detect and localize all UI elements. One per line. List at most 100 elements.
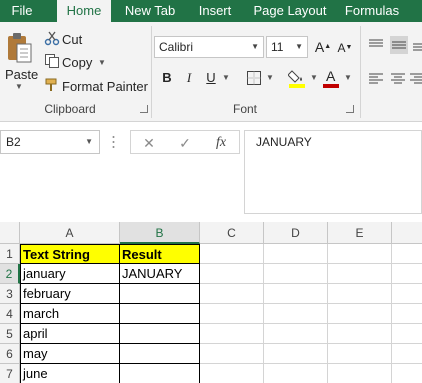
grow-font-button[interactable]: A▲ (314, 38, 332, 56)
tab-formulas[interactable]: Formulas (340, 0, 404, 22)
cell-a3[interactable]: february (20, 284, 120, 304)
borders-icon[interactable] (246, 70, 262, 86)
clipboard-launcher-icon[interactable] (140, 105, 148, 113)
italic-button[interactable]: I (180, 69, 198, 87)
cell-d6[interactable] (264, 344, 328, 364)
row-header-5[interactable]: 5 (0, 324, 20, 344)
column-header-a[interactable]: A (20, 222, 120, 244)
align-right-icon[interactable] (410, 72, 422, 86)
cell-d7[interactable] (264, 364, 328, 383)
cell-c5[interactable] (200, 324, 264, 344)
format-painter-icon[interactable] (44, 77, 60, 93)
cut-button[interactable]: Cut (62, 32, 82, 47)
cell-e3[interactable] (328, 284, 392, 304)
font-color-icon[interactable]: A (322, 68, 340, 88)
underline-dropdown-icon[interactable]: ▼ (222, 73, 230, 82)
align-middle-icon[interactable] (390, 36, 408, 54)
cell-f2[interactable] (392, 264, 422, 284)
column-header-c[interactable]: C (200, 222, 264, 244)
underline-button[interactable]: U (202, 69, 220, 87)
tab-new-tab[interactable]: New Tab (118, 0, 182, 22)
align-center-icon[interactable] (390, 72, 406, 86)
cell-b3[interactable] (120, 284, 200, 304)
tab-file[interactable]: File (0, 0, 44, 22)
cell-f4[interactable] (392, 304, 422, 324)
cell-e2[interactable] (328, 264, 392, 284)
cell-a1[interactable]: Text String (20, 244, 120, 264)
cell-a7[interactable]: june (20, 364, 120, 383)
formula-bar-grip-icon[interactable] (112, 134, 115, 150)
tab-insert[interactable]: Insert (190, 0, 240, 22)
align-left-icon[interactable] (368, 72, 384, 86)
cell-b2[interactable]: JANUARY (120, 264, 200, 284)
cell-c6[interactable] (200, 344, 264, 364)
column-header-e[interactable]: E (328, 222, 392, 244)
fill-color-dropdown-icon[interactable]: ▼ (310, 73, 318, 82)
insert-function-icon[interactable]: fx (211, 133, 231, 153)
cell-a5[interactable]: april (20, 324, 120, 344)
shrink-font-button[interactable]: A▼ (336, 39, 354, 57)
cell-f3[interactable] (392, 284, 422, 304)
borders-dropdown-icon[interactable]: ▼ (266, 73, 274, 82)
font-size-dropdown[interactable]: 11 ▼ (266, 36, 308, 58)
cell-e4[interactable] (328, 304, 392, 324)
row-header-6[interactable]: 6 (0, 344, 20, 364)
formula-input[interactable]: JANUARY (244, 130, 422, 214)
fill-color-icon[interactable] (287, 68, 306, 88)
cell-c7[interactable] (200, 364, 264, 383)
cell-d2[interactable] (264, 264, 328, 284)
tab-home[interactable]: Home (57, 0, 111, 22)
cell-b4[interactable] (120, 304, 200, 324)
copy-icon[interactable] (44, 53, 60, 69)
cell-d4[interactable] (264, 304, 328, 324)
cell-a4[interactable]: march (20, 304, 120, 324)
cell-c1[interactable] (200, 244, 264, 264)
paste-icon[interactable] (6, 32, 34, 66)
row-header-3[interactable]: 3 (0, 284, 20, 304)
cell-b5[interactable] (120, 324, 200, 344)
column-header-f[interactable] (392, 222, 422, 244)
scissors-icon[interactable] (44, 30, 60, 46)
cell-f6[interactable] (392, 344, 422, 364)
cell-c2[interactable] (200, 264, 264, 284)
cell-e7[interactable] (328, 364, 392, 383)
row-header-4[interactable]: 4 (0, 304, 20, 324)
cell-a6[interactable]: may (20, 344, 120, 364)
cell-d3[interactable] (264, 284, 328, 304)
cell-b6[interactable] (120, 344, 200, 364)
cell-d5[interactable] (264, 324, 328, 344)
bold-button[interactable]: B (158, 69, 176, 87)
cancel-icon[interactable]: ✕ (139, 133, 159, 153)
column-header-d[interactable]: D (264, 222, 328, 244)
cell-c3[interactable] (200, 284, 264, 304)
name-box[interactable]: B2 ▼ (0, 130, 100, 154)
format-painter-button[interactable]: Format Painter (62, 79, 148, 94)
align-bottom-icon[interactable] (412, 38, 422, 52)
cell-e5[interactable] (328, 324, 392, 344)
cell-f5[interactable] (392, 324, 422, 344)
font-name-dropdown[interactable]: Calibri ▼ (154, 36, 264, 58)
font-color-dropdown-icon[interactable]: ▼ (344, 73, 352, 82)
cell-f1[interactable] (392, 244, 422, 264)
select-all-corner[interactable] (0, 222, 20, 244)
tab-page-layout[interactable]: Page Layout (248, 0, 332, 22)
cell-f7[interactable] (392, 364, 422, 383)
cell-b7[interactable] (120, 364, 200, 383)
copy-dropdown-icon[interactable]: ▼ (98, 58, 106, 67)
cell-d1[interactable] (264, 244, 328, 264)
row-header-1[interactable]: 1 (0, 244, 20, 264)
cell-e1[interactable] (328, 244, 392, 264)
paste-dropdown-icon[interactable]: ▼ (15, 82, 23, 91)
cell-b1[interactable]: Result (120, 244, 200, 264)
row-header-2[interactable]: 2 (0, 264, 20, 284)
cell-c4[interactable] (200, 304, 264, 324)
column-header-b[interactable]: B (120, 222, 200, 244)
font-launcher-icon[interactable] (346, 105, 354, 113)
align-top-icon[interactable] (368, 38, 384, 52)
enter-icon[interactable]: ✓ (175, 133, 195, 153)
paste-button-label[interactable]: Paste (5, 67, 38, 82)
cell-e6[interactable] (328, 344, 392, 364)
copy-button[interactable]: Copy (62, 55, 92, 70)
row-header-7[interactable]: 7 (0, 364, 20, 383)
cell-a2[interactable]: january (20, 264, 120, 284)
